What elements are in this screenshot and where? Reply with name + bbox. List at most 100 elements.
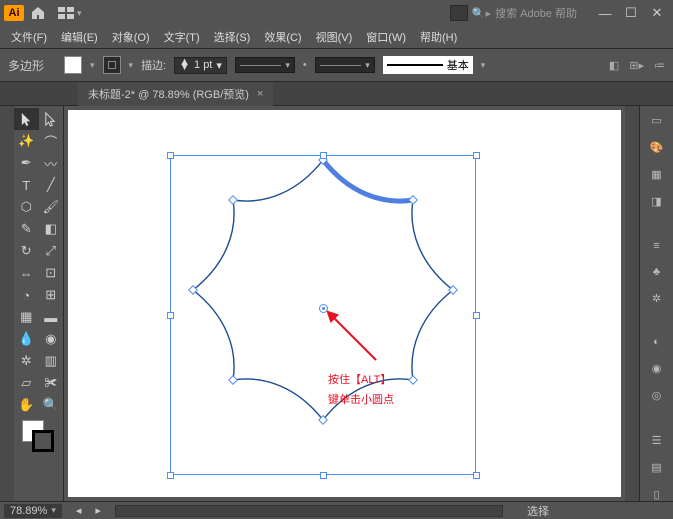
eraser-tool[interactable]: ◧ (39, 218, 64, 240)
selection-bounding-box[interactable] (170, 155, 476, 475)
properties-panel-icon[interactable]: ▭ (647, 114, 667, 127)
paintbrush-tool[interactable]: 🖌 (39, 196, 64, 218)
horizontal-scrollbar[interactable] (115, 505, 503, 517)
slice-tool[interactable]: ✀ (39, 372, 64, 394)
search-area[interactable]: 🔍▸ 搜索 Adobe 帮助 (450, 5, 577, 21)
panel-menu-icon[interactable]: ≔ (654, 59, 665, 72)
document-tab[interactable]: 未标题-2* @ 78.89% (RGB/预览) × (78, 82, 273, 106)
gradient-tool[interactable]: ▬ (39, 306, 64, 328)
magic-wand-tool[interactable]: ✨ (14, 130, 39, 152)
app-badge: Ai (4, 5, 24, 21)
pen-tool[interactable]: ✒ (14, 152, 39, 174)
brush-def-icon[interactable]: • (303, 59, 307, 71)
selection-handle[interactable] (320, 152, 327, 159)
menu-edit[interactable]: 编辑(E) (56, 27, 103, 47)
selection-handle[interactable] (167, 472, 174, 479)
left-dock-strip (0, 106, 14, 501)
canvas-area[interactable]: 按住【ALT】 键单击小圆点 (64, 106, 625, 501)
graphic-style[interactable]: 基本 (383, 56, 473, 74)
stroke-label: 描边: (141, 57, 166, 73)
brush-style[interactable]: ▾ (315, 57, 375, 73)
menu-bar: 文件(F) 编辑(E) 对象(O) 文字(T) 选择(S) 效果(C) 视图(V… (0, 26, 673, 48)
artboards-panel-icon[interactable]: ▯ (647, 488, 667, 501)
search-placeholder: 搜索 Adobe 帮助 (495, 5, 577, 21)
artboard-nav-prev-icon[interactable]: ◂ (76, 504, 82, 517)
document-tab-bar: 未标题-2* @ 78.89% (RGB/预览) × (0, 82, 673, 106)
opacity-icon[interactable]: ◧ (609, 59, 619, 72)
free-transform-tool[interactable]: ⊡ (39, 262, 64, 284)
symbol-sprayer-tool[interactable]: ✲ (14, 350, 39, 372)
scale-tool[interactable]: ⤢ (39, 240, 64, 262)
stepper-icon[interactable]: ▲▼ (179, 60, 190, 70)
layers-panel-icon[interactable]: ☰ (647, 434, 667, 447)
lasso-tool[interactable]: ⌒ (39, 130, 64, 152)
fill-stroke-swatches[interactable] (14, 416, 63, 456)
artboard-nav-next-icon[interactable]: ▸ (95, 504, 101, 517)
selection-handle[interactable] (167, 152, 174, 159)
bridge-switcher[interactable]: ▾ (52, 7, 88, 19)
blend-tool[interactable]: ◉ (39, 328, 64, 350)
rotate-tool[interactable]: ↻ (14, 240, 39, 262)
selection-handle[interactable] (473, 472, 480, 479)
menu-select[interactable]: 选择(S) (209, 27, 256, 47)
gradient-panel-icon[interactable]: ◨ (647, 195, 667, 208)
zoom-tool[interactable]: 🔍 (39, 394, 64, 416)
shape-builder-tool[interactable]: ◔ (14, 284, 39, 306)
tab-close-icon[interactable]: × (257, 88, 263, 100)
stroke-panel-icon[interactable]: ≡ (647, 240, 667, 252)
transparency-panel-icon[interactable]: ◐ (647, 336, 667, 348)
perspective-tool[interactable]: ⊞ (39, 284, 64, 306)
title-bar: Ai ▾ 🔍▸ 搜索 Adobe 帮助 — ☐ ✕ (0, 0, 673, 26)
type-tool[interactable]: T (14, 174, 39, 196)
status-bar: 78.89%▾ ◂ ▸ 选择 (0, 501, 673, 519)
line-tool[interactable]: ╱ (39, 174, 64, 196)
artboard-tool[interactable]: ▱ (14, 372, 39, 394)
minimize-button[interactable]: — (593, 4, 617, 22)
asset-panel-icon[interactable]: ▤ (647, 461, 667, 474)
swatches-panel-icon[interactable]: ▦ (647, 168, 667, 181)
selection-handle[interactable] (473, 152, 480, 159)
menu-view[interactable]: 视图(V) (311, 27, 358, 47)
artboard[interactable]: 按住【ALT】 键单击小圆点 (68, 110, 621, 497)
selection-handle[interactable] (320, 472, 327, 479)
right-dock-strip (625, 106, 639, 501)
direct-selection-tool[interactable] (39, 108, 64, 130)
home-icon[interactable] (30, 5, 46, 21)
menu-type[interactable]: 文字(T) (159, 27, 205, 47)
status-mode: 选择 (527, 503, 549, 519)
selection-handle[interactable] (473, 312, 480, 319)
curvature-tool[interactable]: 〰 (39, 152, 64, 174)
graphic-styles-panel-icon[interactable]: ◎ (647, 389, 667, 402)
eyedropper-tool[interactable]: 💧 (14, 328, 39, 350)
selection-tool[interactable] (14, 108, 39, 130)
brushes-panel-icon[interactable]: ♣ (647, 266, 667, 278)
close-button[interactable]: ✕ (645, 4, 669, 22)
appearance-panel-icon[interactable]: ◉ (647, 362, 667, 375)
selection-handle[interactable] (167, 312, 174, 319)
fill-swatch[interactable] (64, 56, 82, 74)
stroke-swatch[interactable] (103, 56, 121, 74)
menu-window[interactable]: 窗口(W) (361, 27, 411, 47)
shape-tool[interactable]: ⬡ (14, 196, 39, 218)
graph-tool[interactable]: ▥ (39, 350, 64, 372)
annotation-text: 按住【ALT】 键单击小圆点 (328, 370, 394, 410)
hand-tool[interactable]: ✋ (14, 394, 39, 416)
width-tool[interactable]: ⇔ (14, 262, 39, 284)
maximize-button[interactable]: ☐ (619, 4, 643, 22)
color-panel-icon[interactable]: 🎨 (647, 141, 667, 154)
menu-help[interactable]: 帮助(H) (415, 27, 462, 47)
toolbox: ✨ ⌒ ✒ 〰 T ╱ ⬡ 🖌 ✎ ◧ ↻ ⤢ ⇔ ⊡ ◔ ⊞ (14, 106, 64, 501)
menu-object[interactable]: 对象(O) (107, 27, 155, 47)
zoom-level[interactable]: 78.89%▾ (4, 504, 62, 518)
stroke-weight-input[interactable]: ▲▼ 1 pt ▾ (174, 57, 227, 74)
selection-type-label: 多边形 (8, 57, 56, 74)
menu-effect[interactable]: 效果(C) (259, 27, 306, 47)
stroke-profile[interactable]: ▾ (235, 57, 295, 73)
menu-file[interactable]: 文件(F) (6, 27, 52, 47)
symbols-panel-icon[interactable]: ✲ (647, 292, 667, 305)
control-bar: 多边形 ▾ ▾ 描边: ▲▼ 1 pt ▾ ▾ • ▾ 基本▾ ◧ ⊞▸ ≔ (0, 48, 673, 82)
align-icon[interactable]: ⊞▸ (629, 59, 644, 72)
stroke-color-icon[interactable] (32, 430, 54, 452)
mesh-tool[interactable]: ▦ (14, 306, 39, 328)
shaper-tool[interactable]: ✎ (14, 218, 39, 240)
